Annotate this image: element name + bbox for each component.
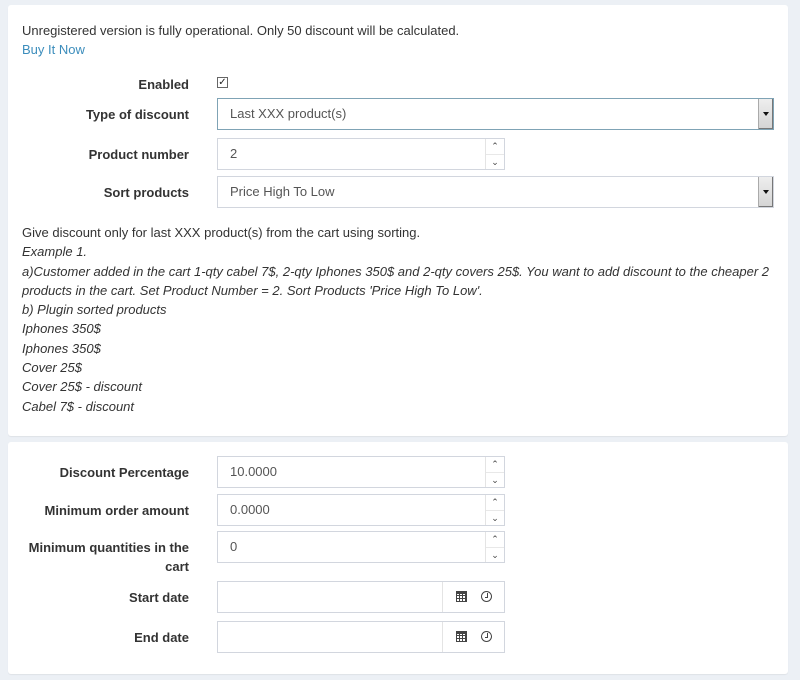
discount-settings-panel: Unregistered version is fully operationa… — [8, 5, 788, 436]
discount-percentage-spinner[interactable]: ⌃ ⌄ — [485, 457, 504, 487]
chevron-down-icon[interactable]: ⌄ — [486, 510, 504, 525]
minimum-quantities-input[interactable]: 0 ⌃ ⌄ — [217, 531, 505, 563]
description-line: a)Customer added in the cart 1-qty cabel… — [22, 263, 770, 279]
unregistered-notice: Unregistered version is fully operationa… — [22, 21, 459, 59]
discount-percentage-row: Discount Percentage 10.0000 ⌃ ⌄ — [8, 456, 788, 488]
minimum-quantities-value: 0 — [230, 539, 238, 554]
clock-icon[interactable] — [481, 591, 492, 602]
product-number-row: Product number 2 ⌃ ⌄ — [8, 138, 788, 170]
discount-conditions-panel: Discount Percentage 10.0000 ⌃ ⌄ Minimum … — [8, 442, 788, 674]
description-line: Example 1. — [22, 244, 88, 260]
discount-percentage-input[interactable]: 10.0000 ⌃ ⌄ — [217, 456, 505, 488]
description-line: products in the cart. Set Product Number… — [22, 282, 483, 298]
start-date-input[interactable] — [217, 581, 505, 613]
chevron-down-icon[interactable]: ⌄ — [486, 154, 504, 169]
chevron-up-icon[interactable]: ⌃ — [486, 532, 504, 547]
sort-products-select[interactable]: Price High To Low — [217, 176, 774, 208]
end-date-picker-addon — [442, 622, 504, 652]
sort-products-label: Sort products — [103, 185, 189, 200]
calendar-icon[interactable] — [456, 591, 467, 602]
minimum-quantities-label: Minimum quantities in the cart — [9, 538, 189, 576]
end-date-input[interactable] — [217, 621, 505, 653]
discount-description: Give discount only for last XXX product(… — [22, 223, 782, 416]
notice-text: Unregistered version is fully operationa… — [22, 23, 460, 38]
product-number-spinner[interactable]: ⌃ ⌄ — [485, 139, 504, 169]
type-of-discount-label: Type of discount — [85, 107, 189, 122]
minimum-order-amount-input[interactable]: 0.0000 ⌃ ⌄ — [217, 494, 505, 526]
description-line: Cabel 7$ - discount — [22, 398, 135, 414]
description-line: Cover 25$ - discount — [22, 379, 142, 395]
description-line: Cover 25$ — [22, 360, 82, 376]
minimum-order-amount-spinner[interactable]: ⌃ ⌄ — [485, 495, 504, 525]
start-date-label: Start date — [129, 590, 189, 605]
sort-products-value: Price High To Low — [230, 184, 335, 199]
minimum-order-amount-value: 0.0000 — [230, 502, 270, 517]
chevron-up-icon[interactable]: ⌃ — [486, 139, 504, 154]
chevron-down-icon[interactable]: ⌄ — [486, 547, 504, 562]
minimum-quantities-label-line: cart — [165, 559, 189, 574]
minimum-quantities-spinner[interactable]: ⌃ ⌄ — [485, 532, 504, 562]
discount-percentage-label: Discount Percentage — [59, 465, 189, 480]
description-line: Iphones 350$ — [22, 340, 101, 356]
chevron-up-icon[interactable]: ⌃ — [486, 457, 504, 472]
type-of-discount-select[interactable]: Last XXX product(s) — [217, 98, 774, 130]
product-number-value: 2 — [230, 146, 238, 161]
description-line: Iphones 350$ — [22, 321, 101, 337]
chevron-up-icon[interactable]: ⌃ — [486, 495, 504, 510]
enabled-checkbox[interactable]: ✓ — [217, 77, 228, 88]
product-number-input[interactable]: 2 ⌃ ⌄ — [217, 138, 505, 170]
type-of-discount-row: Type of discount Last XXX product(s) — [8, 98, 788, 130]
end-date-label: End date — [134, 630, 189, 645]
product-number-label: Product number — [88, 147, 189, 162]
dropdown-arrow-icon[interactable] — [758, 177, 773, 207]
start-date-row: Start date — [8, 581, 788, 613]
minimum-order-amount-row: Minimum order amount 0.0000 ⌃ ⌄ — [8, 494, 788, 526]
enabled-label: Enabled — [138, 77, 189, 92]
chevron-down-icon[interactable]: ⌄ — [486, 472, 504, 487]
buy-it-now-link[interactable]: Buy It Now — [22, 40, 459, 59]
discount-percentage-value: 10.0000 — [230, 464, 277, 479]
start-date-picker-addon — [442, 582, 504, 612]
type-of-discount-value: Last XXX product(s) — [230, 106, 347, 121]
minimum-quantities-label-line: Minimum quantities in the — [28, 540, 189, 555]
minimum-quantities-row: Minimum quantities in the cart 0 ⌃ ⌄ — [8, 531, 788, 581]
clock-icon[interactable] — [481, 631, 492, 642]
calendar-icon[interactable] — [456, 631, 467, 642]
dropdown-arrow-icon[interactable] — [758, 99, 773, 129]
minimum-order-amount-label: Minimum order amount — [44, 503, 189, 518]
sort-products-row: Sort products Price High To Low — [8, 176, 788, 208]
description-line: b) Plugin sorted products — [22, 302, 167, 318]
end-date-row: End date — [8, 621, 788, 653]
description-intro: Give discount only for last XXX product(… — [22, 225, 421, 240]
